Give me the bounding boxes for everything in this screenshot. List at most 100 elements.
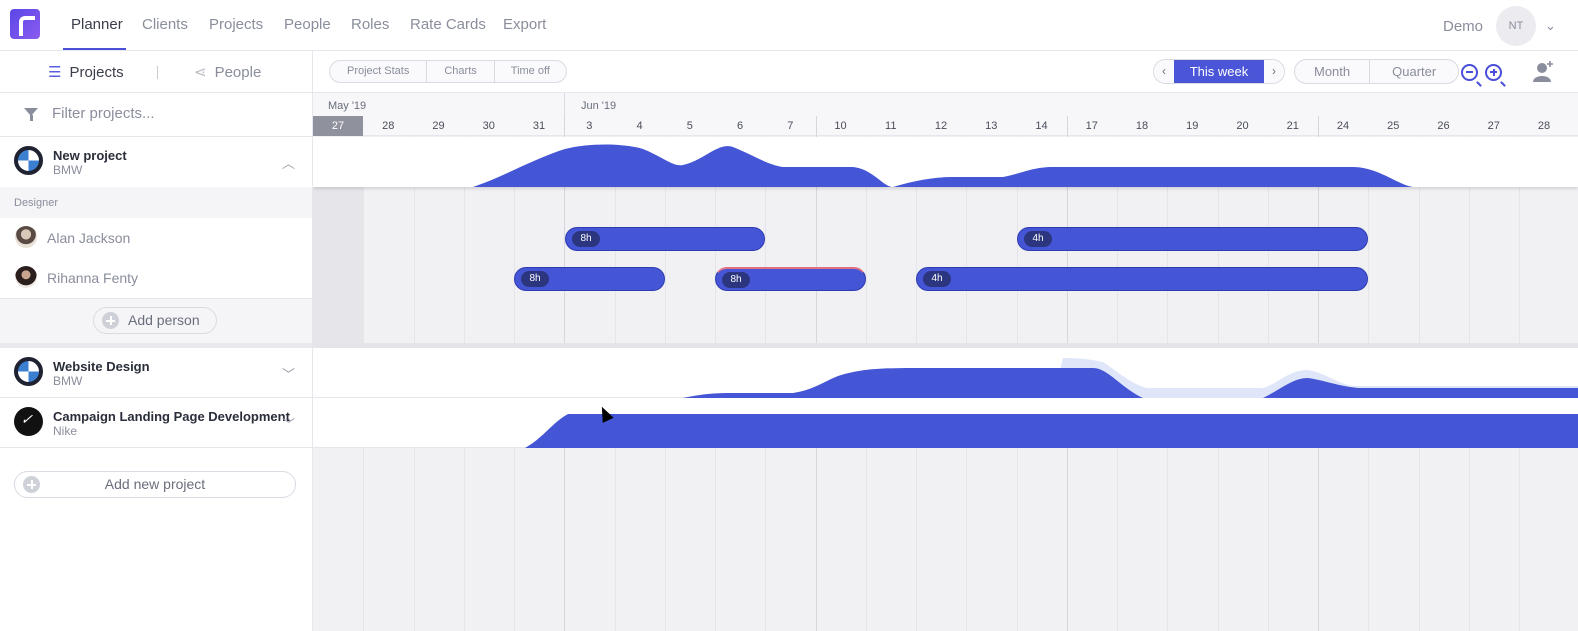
assignment-bar[interactable]: 8h bbox=[565, 227, 765, 251]
nav-rate-cards[interactable]: Rate Cards bbox=[410, 16, 486, 33]
day-cell: 27 bbox=[313, 116, 363, 136]
project-client: Nike bbox=[53, 424, 78, 438]
day-cell: 18 bbox=[1135, 120, 1149, 132]
nav-export[interactable]: Export bbox=[503, 16, 546, 33]
day-cell: 4 bbox=[636, 120, 643, 132]
day-cell: 31 bbox=[532, 120, 546, 132]
add-person-button[interactable]: Add person bbox=[93, 307, 217, 334]
this-week-button[interactable]: This week bbox=[1174, 60, 1264, 83]
day-cell: 30 bbox=[482, 120, 495, 132]
week-navigator: ‹ This week › bbox=[1153, 59, 1285, 84]
add-person-icon[interactable] bbox=[1533, 59, 1555, 83]
person-name: Alan Jackson bbox=[47, 230, 131, 246]
hours-badge: 4h bbox=[1024, 231, 1052, 247]
hours-badge: 8h bbox=[572, 231, 600, 247]
nav-planner[interactable]: Planner bbox=[71, 16, 123, 33]
app-logo-icon[interactable] bbox=[10, 9, 40, 39]
share-icon: ⋖ bbox=[194, 64, 207, 81]
chevron-left-icon[interactable]: ‹ bbox=[1154, 60, 1174, 83]
day-cell: 20 bbox=[1236, 120, 1249, 132]
person-row[interactable]: Rihanna Fenty bbox=[0, 258, 312, 298]
project-row[interactable]: Campaign Landing Page Development Nike ﹀ bbox=[0, 398, 312, 448]
assignment-bar[interactable]: 4h bbox=[916, 267, 1368, 291]
divider bbox=[0, 298, 312, 299]
nav-clients[interactable]: Clients bbox=[142, 16, 188, 33]
zoom-out-icon[interactable] bbox=[1461, 64, 1482, 87]
day-cell: 29 bbox=[432, 120, 445, 132]
plus-icon bbox=[23, 476, 40, 493]
assignment-bar[interactable]: 8h bbox=[514, 267, 665, 291]
today-column-shade bbox=[313, 187, 364, 343]
day-cell: 5 bbox=[686, 120, 693, 132]
nav-roles[interactable]: Roles bbox=[351, 16, 389, 33]
project-capacity-lane bbox=[313, 137, 1578, 187]
time-off-button[interactable]: Time off bbox=[495, 61, 566, 82]
day-cell: 10 bbox=[834, 120, 847, 132]
day-cell: 27 bbox=[1487, 120, 1500, 132]
chevron-right-icon[interactable]: › bbox=[1264, 60, 1284, 83]
charts-button[interactable]: Charts bbox=[427, 61, 495, 82]
project-client: BMW bbox=[53, 374, 83, 388]
nav-projects[interactable]: Projects bbox=[209, 16, 263, 33]
view-toggle-projects[interactable]: ☰ Projects bbox=[48, 63, 124, 81]
plus-icon bbox=[102, 312, 119, 329]
add-new-project-button[interactable]: Add new project bbox=[14, 471, 296, 498]
filter-projects-input[interactable] bbox=[52, 105, 292, 122]
month-header: May '19 Jun '19 bbox=[313, 93, 1578, 116]
view-people-label: People bbox=[214, 64, 262, 81]
day-header: 27 28 29 30 31 3 4 5 6 7 10 11 12 13 14 17 18 19 20 21 24 25 2… bbox=[313, 116, 1578, 136]
day-cell: 14 bbox=[1035, 120, 1048, 132]
person-name: Rihanna Fenty bbox=[47, 270, 139, 286]
chevron-down-icon[interactable]: ⌄ bbox=[1545, 18, 1556, 34]
hours-badge: 8h bbox=[722, 272, 750, 288]
project-capacity-lane bbox=[313, 348, 1578, 398]
timeline-grid[interactable]: May '19 Jun '19 27 28 29 30 31 3 4 5 6 7 10 11 12 13 1… bbox=[313, 93, 1578, 631]
user-avatar[interactable]: NT bbox=[1496, 6, 1536, 46]
assignment-bar[interactable]: 8h bbox=[715, 267, 866, 291]
chevron-up-icon[interactable]: ︿ bbox=[282, 153, 295, 172]
capacity-curve bbox=[473, 144, 1413, 187]
month-button[interactable]: Month bbox=[1295, 60, 1371, 83]
avatar bbox=[15, 226, 37, 248]
planner-toolbar: ☰ Projects ⋖ People Project Stats Charts T… bbox=[0, 51, 1578, 93]
quarter-button[interactable]: Quarter bbox=[1370, 60, 1458, 83]
day-cell: 3 bbox=[586, 120, 593, 132]
project-list-panel: New project BMW ︿ Designer Alan Jackson … bbox=[0, 93, 313, 631]
capacity-curve bbox=[683, 358, 1578, 398]
view-toggle-people[interactable]: ⋖ People bbox=[194, 63, 261, 81]
hours-badge: 8h bbox=[521, 271, 549, 287]
divider bbox=[564, 93, 565, 116]
account-name[interactable]: Demo bbox=[1443, 18, 1483, 35]
project-row[interactable]: Website Design BMW ﹀ bbox=[0, 348, 312, 398]
avatar bbox=[15, 266, 37, 288]
capacity-curve bbox=[525, 414, 1578, 448]
chevron-down-icon[interactable]: ﹀ bbox=[282, 414, 295, 433]
assignment-bar[interactable]: 4h bbox=[1017, 227, 1368, 251]
project-name: Website Design bbox=[53, 359, 150, 374]
month-label: May '19 bbox=[328, 100, 367, 112]
bmw-logo-icon bbox=[14, 146, 43, 175]
hours-badge: 4h bbox=[923, 271, 951, 287]
nav-people[interactable]: People bbox=[284, 16, 331, 33]
zoom-in-icon[interactable] bbox=[1485, 64, 1506, 87]
view-projects-label: Projects bbox=[69, 64, 124, 81]
chevron-down-icon[interactable]: ﹀ bbox=[282, 364, 295, 383]
day-cell: 21 bbox=[1286, 120, 1299, 132]
filter-icon bbox=[24, 108, 38, 121]
person-row[interactable]: Alan Jackson bbox=[0, 218, 312, 258]
day-cell: 25 bbox=[1387, 120, 1400, 132]
project-row[interactable]: New project BMW ︿ bbox=[0, 137, 312, 187]
project-name: Campaign Landing Page Development bbox=[53, 409, 290, 424]
role-label: Designer bbox=[14, 197, 59, 209]
day-cell: 26 bbox=[1437, 120, 1450, 132]
day-cell: 24 bbox=[1336, 120, 1350, 132]
bmw-logo-icon bbox=[14, 357, 43, 386]
day-cell: 6 bbox=[736, 120, 744, 132]
month-label: Jun '19 bbox=[581, 100, 617, 112]
add-person-label: Add person bbox=[128, 312, 200, 328]
project-stats-button[interactable]: Project Stats bbox=[330, 61, 428, 82]
filter-bar bbox=[0, 93, 312, 137]
list-icon: ☰ bbox=[48, 64, 62, 81]
day-cell: 13 bbox=[985, 120, 998, 132]
day-cell: 7 bbox=[787, 120, 794, 132]
